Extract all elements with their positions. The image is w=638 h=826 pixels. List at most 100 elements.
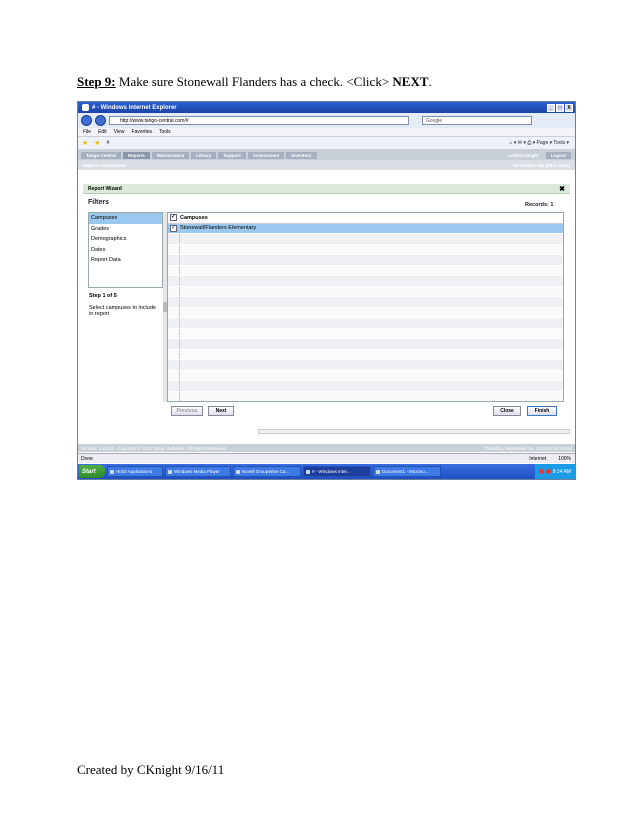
- search-input[interactable]: Google: [422, 116, 532, 125]
- empty-row: [168, 318, 563, 329]
- empty-row: [168, 328, 563, 339]
- nav-library[interactable]: Library: [191, 151, 217, 159]
- filter-steps-list: Campuses Grades Demographics Dates Repor…: [88, 212, 163, 288]
- row-gutter: [168, 360, 180, 370]
- status-text: Done: [81, 455, 93, 462]
- maximize-button[interactable]: □: [556, 103, 564, 112]
- nav-reports[interactable]: Reports: [122, 151, 150, 159]
- taskbar-item[interactable]: Document1 - Microso...: [373, 466, 441, 477]
- date-text: Thursday, September 15, 2011 09:14:15 AM: [484, 445, 572, 451]
- row-gutter: [168, 391, 180, 401]
- step-counter: Step 1 of 5: [89, 293, 117, 299]
- horizontal-scrollbar[interactable]: [258, 429, 570, 434]
- campus-grid: ✓ Campuses ✓ Stonewall/Flanders Elementa…: [167, 212, 564, 402]
- select-all-checkbox[interactable]: ✓: [170, 214, 177, 222]
- tray-icon[interactable]: [545, 469, 551, 474]
- system-tray: 8:14 AM: [534, 464, 575, 479]
- row-gutter: [168, 381, 180, 391]
- instruction-text: Step 9: Make sure Stonewall Flanders has…: [77, 74, 432, 90]
- forward-button[interactable]: [95, 115, 106, 126]
- taskbar-item-active[interactable]: # - Windows Inter...: [303, 466, 371, 477]
- user-name: collette.knight: [508, 152, 539, 158]
- menu-bar: File Edit View Favorites Tools: [78, 128, 575, 137]
- step-label: Step 9:: [77, 74, 116, 89]
- nav-inventory[interactable]: Inventory: [286, 151, 317, 159]
- window-titlebar: # - Windows Internet Explorer _ □ X: [78, 102, 575, 113]
- zoom-level[interactable]: 100%: [558, 456, 571, 462]
- step-report-data[interactable]: Report Data: [89, 255, 162, 266]
- nav-maintenance[interactable]: Maintenance: [151, 151, 190, 159]
- logout-button[interactable]: Logout: [545, 151, 571, 159]
- favorites-star-icon[interactable]: ★: [82, 139, 88, 147]
- clock: 8:14 AM: [552, 468, 571, 475]
- empty-row: [168, 381, 563, 392]
- close-icon[interactable]: ✖: [559, 185, 565, 193]
- nav-assessment[interactable]: Assessment: [247, 151, 285, 159]
- nav-tango-central[interactable]: Tango Central: [81, 151, 121, 159]
- empty-row: [168, 339, 563, 350]
- minimize-button[interactable]: _: [547, 103, 555, 112]
- close-button[interactable]: Close: [493, 406, 521, 416]
- document-footer: Created by CKnight 9/16/11: [77, 762, 225, 777]
- close-window-button[interactable]: X: [565, 103, 573, 112]
- campus-name: Stonewall/Flanders Elementary: [180, 225, 257, 232]
- command-bar[interactable]: ⌂ ▾ ✉ ▾ ⎙ ▾ Page ▾ Tools ▾: [509, 140, 575, 146]
- grid-header-row: ✓ Campuses: [168, 213, 563, 224]
- empty-row: [168, 255, 563, 266]
- menu-edit[interactable]: Edit: [98, 129, 107, 135]
- empty-row: [168, 265, 563, 276]
- instruction-end: .: [428, 74, 432, 89]
- app-footer: Version: 4.11.48 · Copyright © 2011 Tang…: [78, 444, 575, 452]
- tray-icon[interactable]: [538, 469, 544, 474]
- next-button[interactable]: Next: [208, 406, 234, 416]
- finish-button[interactable]: Finish: [527, 406, 557, 416]
- school-year: Harlandale ISD (2011-2012): [512, 162, 570, 168]
- back-button[interactable]: [81, 115, 92, 126]
- wizard-header: Report Wizard ✖: [83, 184, 570, 194]
- row-gutter: [168, 244, 180, 254]
- menu-favorites[interactable]: Favorites: [131, 129, 152, 135]
- filters-heading: Filters: [88, 199, 110, 206]
- empty-row: [168, 244, 563, 255]
- address-input[interactable]: http://www.tango-central.com/#: [109, 116, 409, 125]
- taskbar-item[interactable]: Windows Media Player: [165, 466, 231, 477]
- favorites-bar: ★ ★ # ⌂ ▾ ✉ ▾ ⎙ ▾ Page ▾ Tools ▾: [78, 137, 575, 150]
- row-gutter: [168, 276, 180, 286]
- row-gutter: [168, 339, 180, 349]
- taskbar-item[interactable]: Novell GroupWise Ca...: [233, 466, 301, 477]
- app-nav: Tango Central Reports Maintenance Librar…: [78, 150, 575, 160]
- nav-support[interactable]: Support: [218, 151, 246, 159]
- window-title: # - Windows Internet Explorer: [92, 104, 177, 111]
- browser-tab[interactable]: #: [107, 140, 110, 146]
- step-grades[interactable]: Grades: [89, 224, 162, 235]
- empty-row: [168, 276, 563, 287]
- instruction-action: NEXT: [392, 74, 429, 89]
- empty-row: [168, 349, 563, 360]
- windows-taskbar: Start HISD Applications Windows Media Pl…: [78, 464, 575, 479]
- row-gutter: [168, 255, 180, 265]
- start-button[interactable]: Start: [79, 465, 105, 478]
- row-gutter: [168, 286, 180, 296]
- empty-row: [168, 360, 563, 371]
- address-bar-row: http://www.tango-central.com/# Google: [78, 113, 575, 128]
- menu-view[interactable]: View: [114, 129, 125, 135]
- previous-button[interactable]: Previous: [171, 406, 203, 416]
- step-campuses[interactable]: Campuses: [89, 213, 162, 224]
- empty-row: [168, 297, 563, 308]
- empty-row: [168, 370, 563, 381]
- ie-icon: [82, 104, 89, 111]
- breadcrumb-text: Reports Information: [83, 162, 127, 168]
- wizard-title: Report Wizard: [88, 185, 122, 192]
- step-dates[interactable]: Dates: [89, 245, 162, 256]
- table-row[interactable]: ✓ Stonewall/Flanders Elementary: [168, 223, 563, 234]
- empty-row: [168, 307, 563, 318]
- step-demographics[interactable]: Demographics: [89, 234, 162, 245]
- status-zone-group: Internet 100%: [529, 456, 575, 462]
- empty-row: [168, 391, 563, 401]
- taskbar-item[interactable]: HISD Applications: [107, 466, 163, 477]
- row-checkbox[interactable]: ✓: [170, 224, 177, 232]
- menu-file[interactable]: File: [83, 129, 91, 135]
- grid-header-campuses: Campuses: [180, 214, 208, 221]
- menu-tools[interactable]: Tools: [159, 129, 171, 135]
- add-favorite-icon[interactable]: ★: [94, 139, 100, 147]
